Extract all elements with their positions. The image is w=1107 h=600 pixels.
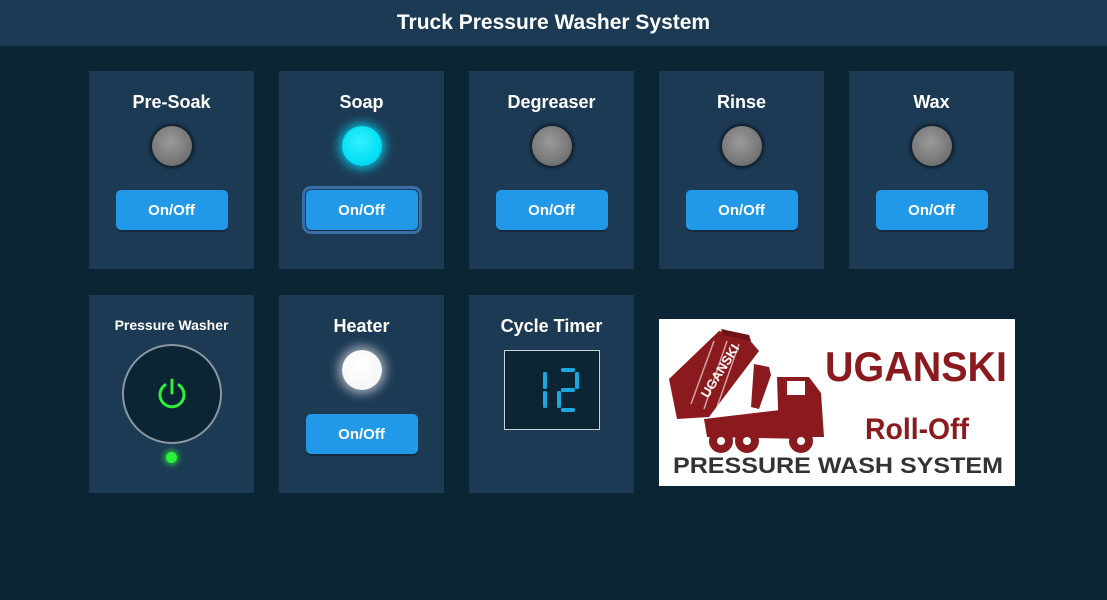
station-label: Soap (339, 92, 384, 112)
header-bar: Truck Pressure Washer System (0, 0, 1107, 46)
cycle-timer-display (503, 350, 600, 430)
station-pre-soak: Pre-Soak On/Off (89, 71, 254, 269)
wax-indicator-lamp (911, 126, 952, 166)
station-label: Pre-Soak (132, 92, 211, 112)
wax-toggle-button[interactable]: On/Off (875, 190, 988, 230)
degreaser-indicator-lamp (531, 126, 572, 166)
pressure-washer-status-led (166, 452, 177, 463)
heater-indicator-lamp (341, 350, 382, 390)
uganski-logo: UGANSKI UGANSKI Roll-Off PRESSURE WASH S… (659, 319, 1015, 486)
timer-digit (556, 368, 579, 412)
heater-panel: Heater On/Off (279, 295, 444, 493)
heater-toggle-button[interactable]: On/Off (305, 414, 418, 454)
digit-segment (560, 368, 575, 372)
cycle-timer-panel: Cycle Timer (469, 295, 634, 493)
pre-soak-toggle-button[interactable]: On/Off (115, 190, 228, 230)
station-label: Degreaser (507, 92, 596, 112)
station-wax: Wax On/Off (849, 71, 1014, 269)
uganski-logo-graphic: UGANSKI UGANSKI Roll-Off PRESSURE WASH S… (669, 329, 1007, 478)
station-label: Wax (913, 92, 950, 112)
station-soap: Soap On/Off (279, 71, 444, 269)
pressure-washer-power-button[interactable] (121, 344, 222, 444)
pressure-washer-label: Pressure Washer (114, 317, 229, 333)
logo-brand-name: UGANSKI (825, 343, 1007, 390)
digit-segment (574, 372, 579, 389)
station-label: Rinse (716, 92, 767, 112)
station-rinse: Rinse On/Off (659, 71, 824, 269)
station-degreaser: Degreaser On/Off (469, 71, 634, 269)
degreaser-toggle-button[interactable]: On/Off (495, 190, 608, 230)
logo-tagline: PRESSURE WASH SYSTEM (673, 453, 1003, 478)
roll-off-truck-image (669, 329, 824, 453)
digit-segment (542, 391, 547, 408)
timer-digit (542, 372, 547, 408)
digit-segment (560, 408, 575, 412)
soap-toggle-button[interactable]: On/Off (301, 186, 422, 234)
digit-segment (542, 372, 547, 389)
digit-segment (560, 388, 575, 392)
pre-soak-indicator-lamp (151, 126, 192, 166)
power-icon (158, 378, 185, 409)
logo-subtitle: Roll-Off (865, 413, 970, 446)
app-title: Truck Pressure Washer System (396, 11, 711, 34)
cycle-timer-label: Cycle Timer (500, 316, 603, 336)
digit-segment (556, 391, 561, 408)
soap-indicator-lamp (341, 126, 382, 166)
seven-segment-readout (542, 368, 579, 412)
pressure-washer-panel: Pressure Washer (89, 295, 254, 493)
heater-label: Heater (333, 316, 390, 336)
rinse-indicator-lamp (721, 126, 762, 166)
rinse-toggle-button[interactable]: On/Off (685, 190, 798, 230)
